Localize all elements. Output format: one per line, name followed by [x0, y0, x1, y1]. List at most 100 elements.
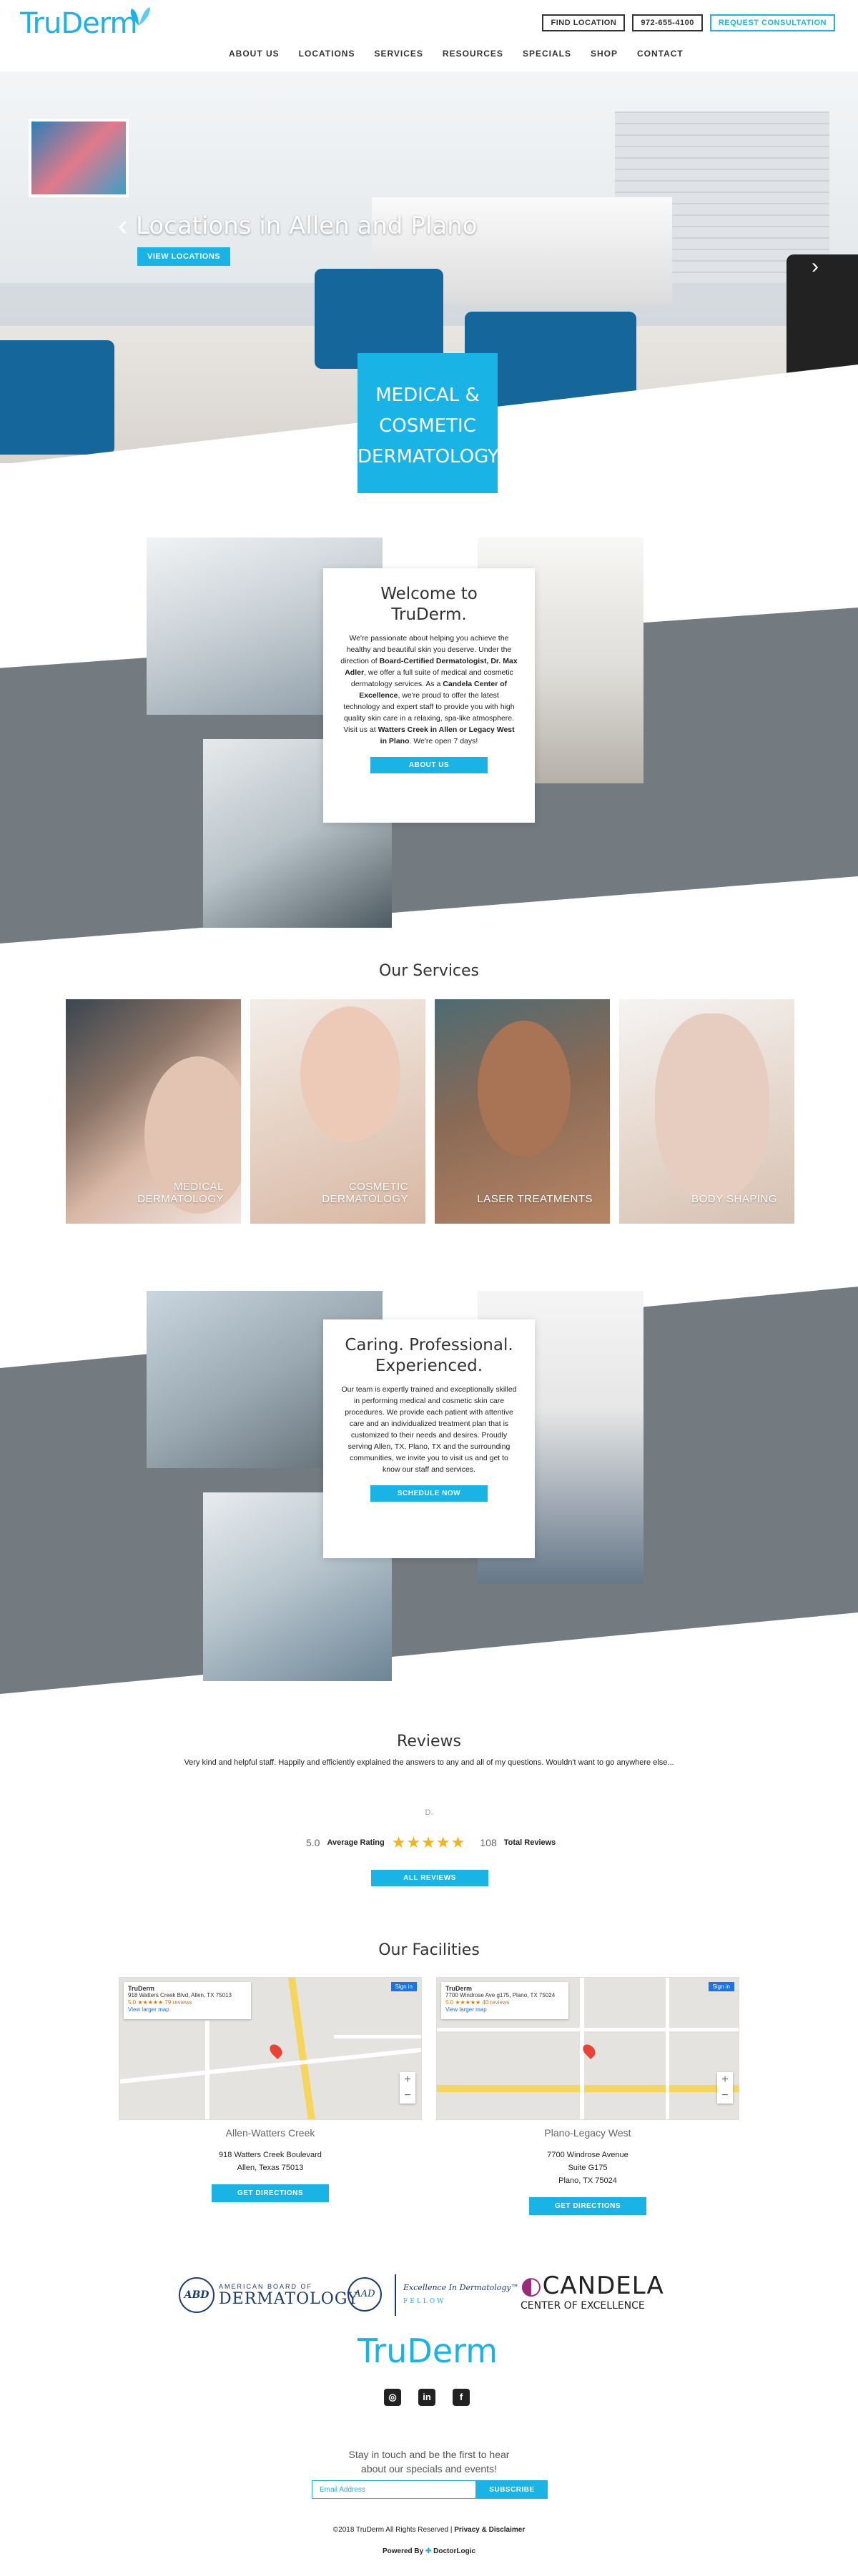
- review-quote: Very kind and helpful staff. Happily and…: [184, 1758, 674, 1767]
- map-info-card: TruDerm 918 Watters Creek Blvd, Allen, T…: [124, 1982, 251, 2019]
- map-sign-in-button[interactable]: Sign in: [708, 1982, 734, 1991]
- facility-address-line: Suite G175: [568, 2164, 608, 2172]
- truderm-logo[interactable]: TruDerm: [20, 7, 150, 40]
- services-title: Our Services: [378, 962, 480, 980]
- abd-line1: AMERICAN BOARD OF: [219, 2282, 313, 2290]
- doctorlogic-link[interactable]: DoctorLogic: [433, 2547, 475, 2555]
- powered-label: Powered By: [382, 2547, 425, 2555]
- service-medical-dermatology[interactable]: MEDICAL DERMATOLOGY: [66, 999, 241, 1224]
- copyright-text: ©2018 TruDerm All Rights Reserved |: [332, 2526, 455, 2534]
- request-consultation-button[interactable]: REQUEST CONSULTATION: [709, 14, 835, 31]
- nav-contact[interactable]: CONTACT: [637, 49, 684, 59]
- copyright: ©2018 TruDerm All Rights Reserved | Priv…: [0, 2526, 858, 2534]
- welcome-title: Welcome to TruDerm.: [380, 585, 478, 624]
- service-label: LASER TREATMENTS: [477, 1193, 593, 1205]
- team-card: Caring. Professional. Experienced. Our t…: [323, 1319, 535, 1558]
- affiliation-logos: ABD AMERICAN BOARD OF DERMATOLOGY AAD Ex…: [179, 2272, 679, 2322]
- map-zoom-controls[interactable]: + −: [717, 2072, 733, 2104]
- facility-name: Allen-Watters Creek: [225, 2127, 315, 2139]
- feature-line: COSMETIC: [379, 415, 476, 437]
- map-zoom-controls[interactable]: + −: [400, 2072, 415, 2104]
- service-image: [300, 1006, 400, 1142]
- candela-sub: CENTER OF EXCELLENCE: [521, 2300, 645, 2312]
- excellence-text: Excellence In Dermatology™: [403, 2283, 519, 2292]
- newsletter-line: Stay in touch and be the first to hear: [348, 2449, 510, 2460]
- abd-logo: ABD AMERICAN BOARD OF DERMATOLOGY: [179, 2277, 359, 2313]
- aad-seal-icon: AAD: [347, 2277, 382, 2312]
- footer-logo-text: TruDerm: [358, 2332, 498, 2370]
- find-location-button[interactable]: FIND LOCATION: [542, 14, 626, 31]
- candela-logo: ◐CANDELA CENTER OF EXCELLENCE: [521, 2272, 664, 2312]
- service-body-shaping[interactable]: BODY SHAPING: [619, 999, 794, 1224]
- social-links: ◎ in f: [384, 2389, 470, 2406]
- doctorlogic-icon: ✚: [425, 2547, 432, 2555]
- service-label: COSMETIC DERMATOLOGY: [322, 1181, 408, 1205]
- aad-fellow-logo: Excellence In Dermatology™ FELLOW: [403, 2283, 519, 2305]
- map-place-name: TruDerm: [445, 1985, 473, 1992]
- feature-line: DERMATOLOGY: [358, 446, 499, 467]
- team-title: Caring. Professional. Experienced.: [345, 1336, 513, 1375]
- map-place-reviews: 5.0 ★★★★★ 79 reviews: [128, 1999, 192, 2006]
- facebook-icon[interactable]: f: [453, 2389, 470, 2406]
- star-rating-icon: ★★★★★: [391, 1833, 466, 1851]
- nav-resources[interactable]: RESOURCES: [443, 49, 503, 59]
- welcome-card: Welcome to TruDerm. We're passionate abo…: [323, 568, 535, 823]
- nav-about-us[interactable]: ABOUT US: [229, 49, 280, 59]
- map-place-reviews: 5.0 ★★★★★ 40 reviews: [445, 1999, 510, 2006]
- phone-button[interactable]: 972-655-4100: [632, 14, 703, 31]
- site-header: TruDerm FIND LOCATION 972-655-4100 REQUE…: [0, 0, 858, 71]
- get-directions-button[interactable]: GET DIRECTIONS: [529, 2197, 646, 2215]
- facility-allen: Allen-Watters Creek 918 Watters Creek Bo…: [119, 2127, 422, 2202]
- allen-map[interactable]: TruDerm 918 Watters Creek Blvd, Allen, T…: [119, 1977, 422, 2120]
- map-road: [287, 1978, 316, 2119]
- map-road: [437, 2085, 739, 2092]
- view-larger-map-link[interactable]: View larger map: [128, 2006, 247, 2013]
- nav-specials[interactable]: SPECIALS: [523, 49, 571, 59]
- facility-address-line: 7700 Windrose Avenue: [547, 2151, 628, 2159]
- candela-name: CANDELA: [542, 2272, 664, 2300]
- abd-seal-icon: ABD: [179, 2277, 214, 2313]
- hero-chair: [0, 340, 114, 455]
- view-larger-map-link[interactable]: View larger map: [445, 2006, 564, 2013]
- service-label: BODY SHAPING: [691, 1193, 777, 1205]
- chevron-right-icon[interactable]: ›: [812, 254, 819, 279]
- all-reviews-button[interactable]: ALL REVIEWS: [371, 1870, 488, 1886]
- newsletter-form: SUBSCRIBE: [312, 2480, 548, 2499]
- map-sign-in-button[interactable]: Sign in: [390, 1982, 417, 1991]
- linkedin-icon[interactable]: in: [418, 2389, 435, 2406]
- about-us-button[interactable]: ABOUT US: [370, 757, 488, 773]
- service-image: [655, 1014, 769, 1199]
- chevron-left-icon[interactable]: ‹: [118, 210, 127, 242]
- medical-cosmetic-box[interactable]: MEDICAL & COSMETIC DERMATOLOGY: [358, 353, 499, 493]
- hero-artwork: [29, 119, 129, 197]
- fellow-text: FELLOW: [403, 2298, 446, 2305]
- rating-summary: 5.0 Average Rating ★★★★★ 108 Total Revie…: [306, 1833, 556, 1852]
- map-place-address: 7700 Windrose Ave g175, Plano, TX 75024: [445, 1992, 556, 1998]
- subscribe-button[interactable]: SUBSCRIBE: [476, 2480, 548, 2499]
- get-directions-button[interactable]: GET DIRECTIONS: [212, 2184, 329, 2202]
- service-label: MEDICAL DERMATOLOGY: [137, 1181, 224, 1205]
- nav-locations[interactable]: LOCATIONS: [299, 49, 355, 59]
- hero-chair: [786, 254, 858, 383]
- candela-mark-icon: ◐: [521, 2272, 543, 2300]
- nav-services[interactable]: SERVICES: [374, 49, 423, 59]
- map-road: [666, 1978, 669, 2119]
- schedule-now-button[interactable]: SCHEDULE NOW: [370, 1485, 488, 1502]
- footer-logo[interactable]: TruDerm: [358, 2332, 498, 2370]
- email-input[interactable]: [312, 2480, 476, 2499]
- facility-plano: Plano-Legacy West 7700 Windrose Avenue S…: [436, 2127, 739, 2215]
- instagram-icon[interactable]: ◎: [384, 2389, 401, 2406]
- map-info-card: TruDerm 7700 Windrose Ave g175, Plano, T…: [441, 1982, 568, 2019]
- nav-shop[interactable]: SHOP: [591, 49, 618, 59]
- newsletter-line: about our specials and events!: [361, 2463, 497, 2475]
- facility-address-line: 918 Watters Creek Boulevard: [219, 2151, 322, 2159]
- view-locations-button[interactable]: VIEW LOCATIONS: [137, 247, 231, 266]
- facility-name: Plano-Legacy West: [544, 2127, 631, 2139]
- privacy-link[interactable]: Privacy & Disclaimer: [454, 2526, 525, 2534]
- map-road: [334, 2035, 421, 2038]
- logo-divider: [395, 2274, 396, 2316]
- average-rating-label: Average Rating: [327, 1838, 385, 1847]
- plano-map[interactable]: TruDerm 7700 Windrose Ave g175, Plano, T…: [436, 1977, 739, 2120]
- service-cosmetic-dermatology[interactable]: COSMETIC DERMATOLOGY: [250, 999, 425, 1224]
- service-laser-treatments[interactable]: LASER TREATMENTS: [435, 999, 610, 1224]
